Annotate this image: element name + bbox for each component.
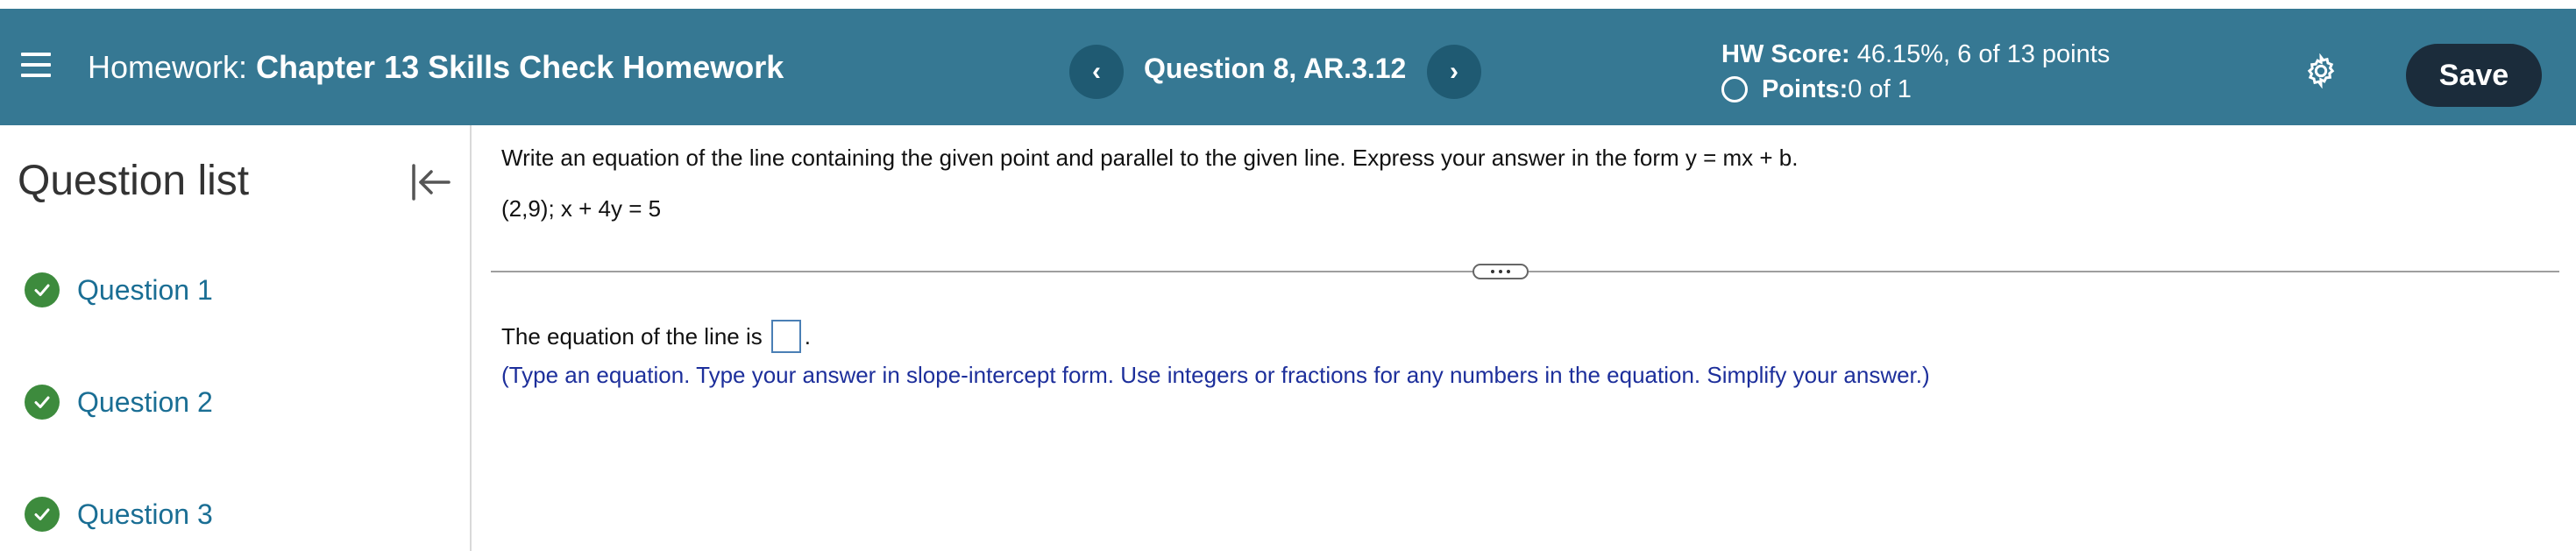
homework-prefix: Homework:	[88, 49, 248, 85]
top-band	[0, 0, 2576, 9]
points-line: Points: 0 of 1	[1721, 72, 2110, 107]
hw-score-line: HW Score: 46.15%, 6 of 13 points	[1721, 37, 2110, 72]
check-icon	[25, 497, 60, 532]
question-content: Write an equation of the line containing…	[473, 125, 2576, 551]
question-list-item-1[interactable]: Question 1	[25, 272, 213, 307]
question-list-title: Question list	[18, 158, 250, 204]
question-prompt: Write an equation of the line containing…	[501, 145, 1799, 171]
homework-name: Chapter 13 Skills Check Homework	[256, 49, 784, 85]
chevron-left-icon: ‹	[1092, 57, 1101, 86]
gear-icon[interactable]	[2303, 53, 2338, 88]
answer-suffix: .	[804, 322, 811, 350]
next-question-button[interactable]: ›	[1427, 45, 1481, 99]
previous-question-button[interactable]: ‹	[1069, 45, 1124, 99]
question-list-item-label: Question 1	[77, 273, 213, 306]
answer-input[interactable]	[770, 320, 801, 353]
menu-icon[interactable]	[21, 53, 51, 81]
resize-handle[interactable]	[1473, 264, 1529, 279]
answer-line: The equation of the line is .	[501, 320, 811, 353]
check-icon	[25, 385, 60, 420]
given-data: (2,9); x + 4y = 5	[501, 195, 662, 222]
points-status-circle-icon	[1721, 76, 1748, 102]
hw-score-value: 46.15%, 6 of 13 points	[1849, 40, 2111, 68]
homework-title: Homework: Chapter 13 Skills Check Homewor…	[88, 49, 784, 86]
question-list-item-label: Question 3	[77, 498, 213, 530]
collapse-left-icon[interactable]	[408, 160, 452, 204]
check-icon	[25, 272, 60, 307]
question-list-item-2[interactable]: Question 2	[25, 385, 213, 420]
points-value: 0 of 1	[1848, 75, 1912, 103]
save-button[interactable]: Save	[2406, 44, 2542, 107]
question-list-item-3[interactable]: Question 3	[25, 497, 213, 532]
question-list-sidebar: Question list Question 1 Question 2 Ques…	[0, 125, 472, 551]
answer-prefix: The equation of the line is	[501, 322, 763, 350]
score-block: HW Score: 46.15%, 6 of 13 points Points:…	[1721, 37, 2110, 107]
answer-instructions: (Type an equation. Type your answer in s…	[501, 362, 1930, 388]
hw-score-label: HW Score:	[1721, 40, 1850, 68]
top-header: Homework: Chapter 13 Skills Check Homewor…	[0, 9, 2576, 125]
question-label: Question 8, AR.3.12	[1144, 53, 1407, 84]
chevron-right-icon: ›	[1450, 57, 1458, 86]
points-label: Points:	[1762, 75, 1849, 103]
question-list-item-label: Question 2	[77, 385, 213, 418]
